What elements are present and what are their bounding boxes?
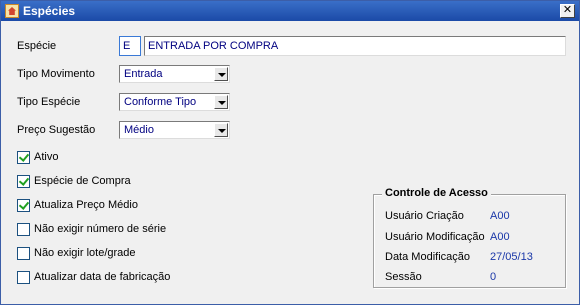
checkbox-box[interactable] bbox=[17, 175, 30, 188]
tipo-movimento-label: Tipo Movimento bbox=[17, 68, 95, 80]
chevron-down-icon[interactable] bbox=[214, 67, 228, 81]
app-icon bbox=[5, 4, 19, 18]
checkbox-label: Atualiza Preço Médio bbox=[34, 199, 138, 211]
preco-sugestao-label: Preço Sugestão bbox=[17, 124, 96, 136]
data-modificacao-label: Data Modificação bbox=[385, 251, 470, 263]
data-modificacao-value: 27/05/13 bbox=[490, 251, 533, 263]
access-control-title: Controle de Acesso bbox=[382, 187, 491, 199]
checkbox-label: Atualizar data de fabricação bbox=[34, 271, 171, 283]
tipo-especie-value: Conforme Tipo bbox=[124, 96, 197, 108]
tipo-movimento-value: Entrada bbox=[124, 68, 163, 80]
especies-window: Espécies ✕ Espécie E ENTRADA POR COMPRA … bbox=[0, 0, 580, 305]
checkbox-box[interactable] bbox=[17, 223, 30, 236]
sessao-label: Sessão bbox=[385, 271, 422, 283]
especie-label: Espécie bbox=[17, 40, 57, 52]
close-button[interactable]: ✕ bbox=[560, 4, 575, 18]
checkbox-box[interactable] bbox=[17, 271, 30, 284]
title-bar[interactable]: Espécies ✕ bbox=[1, 1, 579, 21]
checkbox-label: Não exigir lote/grade bbox=[34, 247, 136, 259]
window-title: Espécies bbox=[23, 4, 76, 18]
usuario-criacao-label: Usuário Criação bbox=[385, 210, 464, 222]
especie-code-field[interactable]: E bbox=[119, 36, 141, 56]
tipo-especie-label: Tipo Espécie bbox=[17, 96, 81, 108]
tipo-especie-select[interactable]: Conforme Tipo bbox=[119, 93, 230, 111]
usuario-modificacao-value: A00 bbox=[490, 231, 510, 243]
checkbox-label: Espécie de Compra bbox=[34, 175, 131, 187]
sessao-value: 0 bbox=[490, 271, 497, 283]
checkbox-box[interactable] bbox=[17, 151, 30, 164]
especie-description-field[interactable]: ENTRADA POR COMPRA bbox=[144, 36, 566, 56]
chevron-down-icon[interactable] bbox=[214, 123, 228, 137]
usuario-modificacao-label: Usuário Modificação bbox=[385, 231, 485, 243]
tipo-movimento-select[interactable]: Entrada bbox=[119, 65, 230, 83]
preco-sugestao-select[interactable]: Médio bbox=[119, 121, 230, 139]
checkbox-box[interactable] bbox=[17, 247, 30, 260]
usuario-criacao-value: A00 bbox=[490, 210, 510, 222]
chevron-down-icon[interactable] bbox=[214, 95, 228, 109]
access-control-group: Controle de Acesso Usuário Criação A00 U… bbox=[373, 187, 566, 288]
checkbox-box[interactable] bbox=[17, 199, 30, 212]
checkbox-label: Não exigir número de série bbox=[34, 223, 167, 235]
checkbox-label: Ativo bbox=[34, 151, 59, 163]
preco-sugestao-value: Médio bbox=[124, 124, 154, 136]
